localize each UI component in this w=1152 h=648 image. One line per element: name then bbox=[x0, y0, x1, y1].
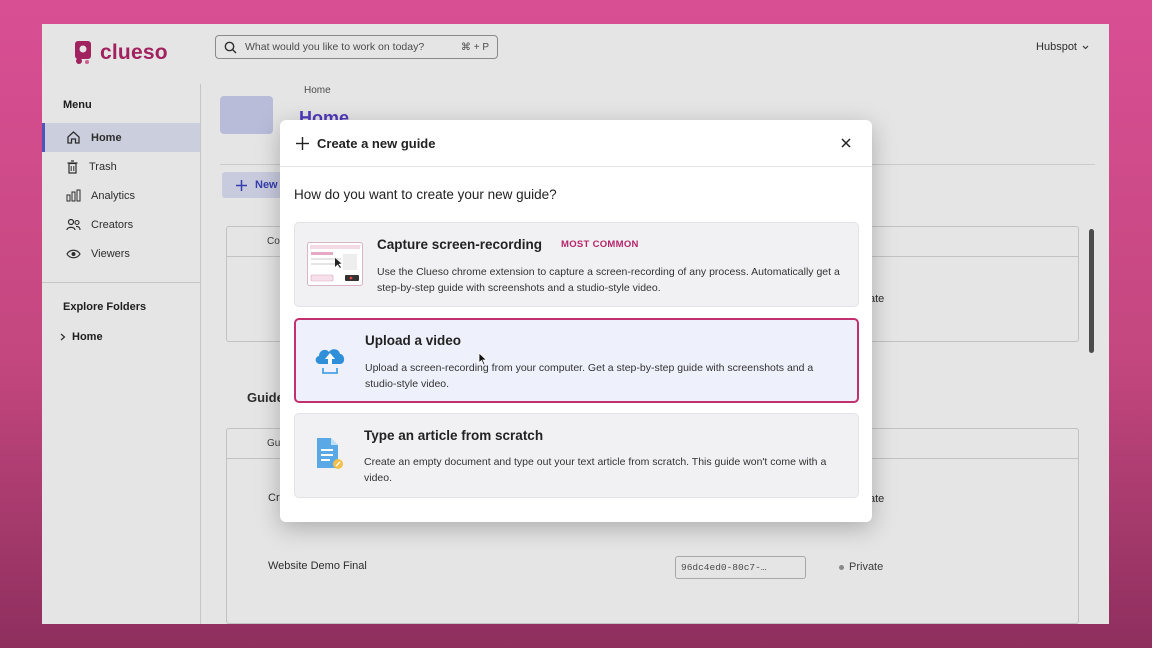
option-description: Use the Clueso chrome extension to captu… bbox=[377, 266, 840, 294]
plus-icon bbox=[296, 136, 309, 150]
modal-header: Create a new guide bbox=[280, 120, 872, 167]
modal-title: Create a new guide bbox=[317, 135, 436, 151]
option-title: Type an article from scratch bbox=[364, 428, 544, 443]
screen-recording-thumbnail-icon bbox=[307, 242, 363, 286]
close-icon bbox=[841, 138, 851, 148]
most-common-badge: MOST COMMON bbox=[561, 239, 639, 250]
close-button[interactable] bbox=[836, 133, 856, 153]
cloud-upload-icon bbox=[315, 349, 345, 374]
document-edit-icon bbox=[317, 438, 343, 469]
option-description: Upload a screen-recording from your comp… bbox=[365, 362, 814, 390]
create-guide-modal: Create a new guide How do you want to cr… bbox=[280, 120, 872, 522]
option-title: Capture screen-recording bbox=[377, 237, 543, 252]
mouse-cursor-icon bbox=[478, 352, 488, 366]
option-capture-screen-recording[interactable]: Capture screen-recording MOST COMMON Use… bbox=[294, 222, 859, 307]
option-title: Upload a video bbox=[365, 333, 462, 348]
app-window: clueso What would you like to work on to… bbox=[42, 24, 1109, 624]
option-type-article[interactable]: Type an article from scratch Create an e… bbox=[294, 413, 859, 498]
option-description: Create an empty document and type out yo… bbox=[364, 456, 827, 484]
option-upload-video[interactable]: Upload a video Upload a screen-recording… bbox=[294, 318, 859, 403]
modal-question: How do you want to create your new guide… bbox=[294, 187, 557, 202]
